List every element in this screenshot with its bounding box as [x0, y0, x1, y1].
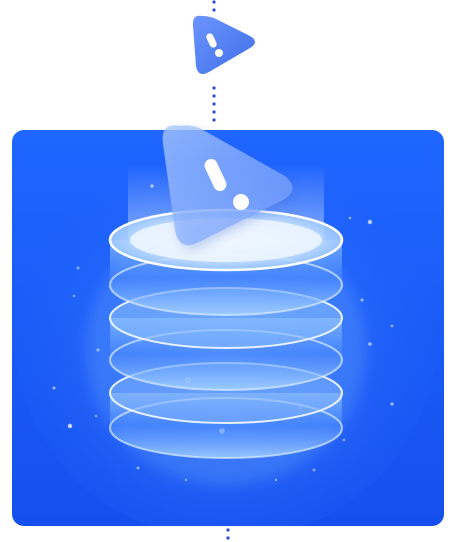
illustration-canvas	[12, 0, 444, 540]
database-icon	[86, 208, 366, 485]
bottom-connector-dots	[226, 528, 230, 540]
database-warning-illustration	[0, 0, 456, 542]
small-warning-icon	[192, 15, 255, 74]
